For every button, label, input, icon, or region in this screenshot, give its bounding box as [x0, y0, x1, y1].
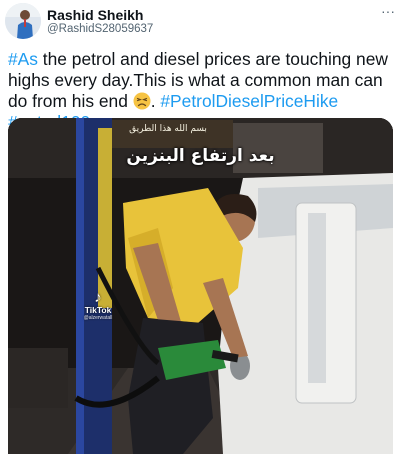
tiktok-logo-icon: ♪ [94, 289, 102, 306]
tweet-video[interactable]: بسم الله هذا الطريق بعد ارتفاع البنزين ♪… [8, 118, 393, 454]
hashtag-petroldieselpricehike[interactable]: #PetrolDieselPriceHike [160, 91, 338, 111]
tweet-separator: . [150, 91, 161, 111]
more-options-icon[interactable]: ··· [380, 4, 396, 20]
video-caption-overlay: بعد ارتفاع البنزين [126, 146, 275, 166]
avatar[interactable] [5, 3, 41, 39]
tiktok-handle-label: @alzerwatall [83, 315, 113, 321]
persevering-face-icon [133, 92, 151, 110]
tiktok-watermark: ♪ TikTok @alzerwatall [78, 290, 118, 321]
author-name[interactable]: Rashid Sheikh [47, 7, 143, 23]
video-frame [8, 118, 393, 454]
avatar-image [5, 3, 41, 39]
hashtag-as[interactable]: #As [8, 49, 38, 69]
tweet-card: Rashid Sheikh @RashidS28059637 ··· #As t… [0, 0, 400, 454]
author-handle[interactable]: @RashidS28059637 [47, 23, 153, 35]
background-sign-text: بسم الله هذا الطريق [129, 124, 207, 134]
tiktok-brand-label: TikTok [84, 305, 112, 315]
